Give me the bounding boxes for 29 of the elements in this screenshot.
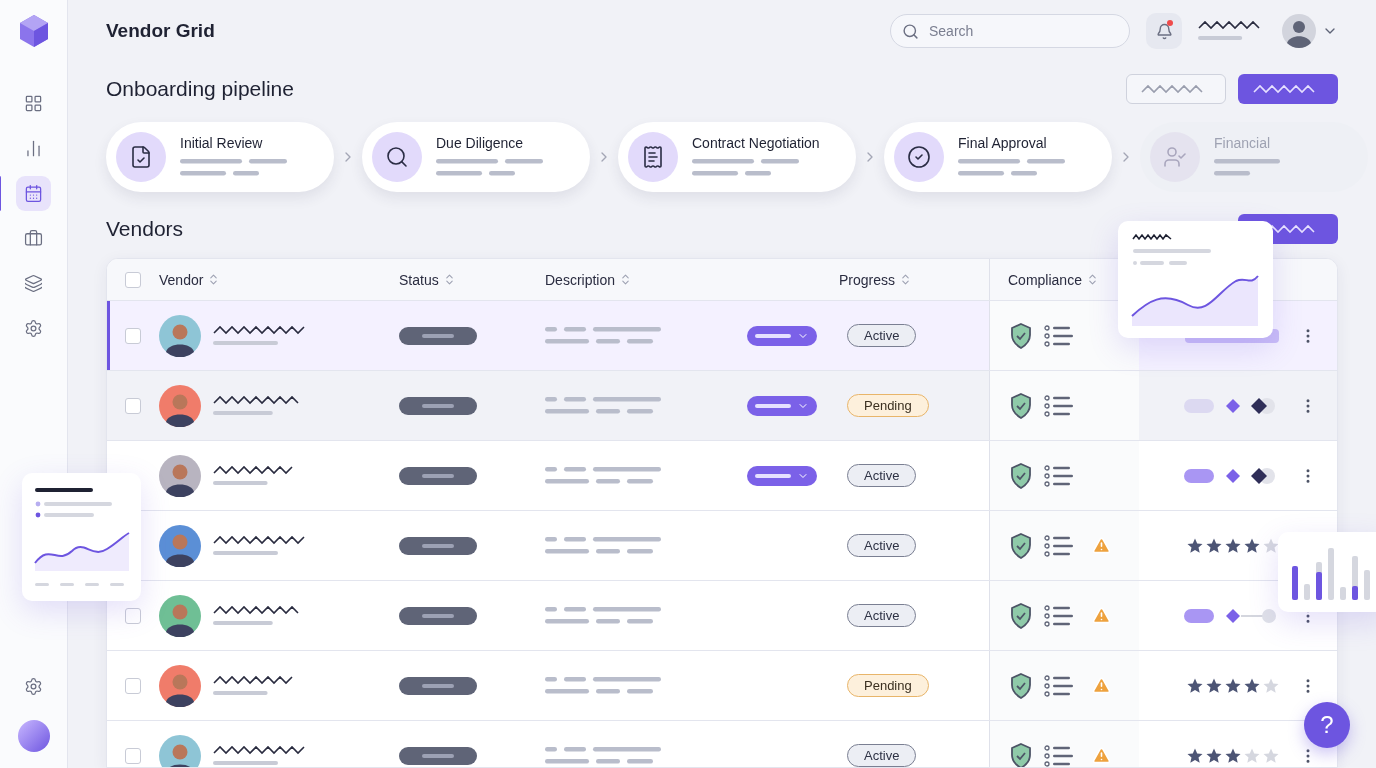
stage-label: Due Diligence [436,135,525,151]
column-header[interactable]: Status [399,271,439,288]
stage-label: Contract Negotiation [692,135,820,151]
progress-badge: Pending [847,394,929,417]
table-row[interactable]: Active [107,581,1337,651]
search-field[interactable]: Search [890,14,1130,48]
section-title: Vendors [106,217,184,241]
progress-badge: Active [847,534,917,557]
progress-badge: Active [847,744,917,767]
table-row[interactable]: Active [107,441,1337,511]
page-title: Vendor Grid [106,20,216,42]
pipeline-stage[interactable]: Final Approval [884,122,1112,192]
table-row[interactable]: Pending [107,371,1337,441]
table-row[interactable]: Active [107,301,1337,371]
column-header[interactable]: Compliance [1008,271,1082,288]
stage-label: Final Approval [958,135,1048,151]
stage-label: Financial [1214,135,1272,151]
section-title: Onboarding pipeline [106,77,294,101]
pipeline-stage[interactable]: Initial Review [106,122,334,192]
stage-label: Initial Review [180,135,264,151]
pipeline-stage[interactable]: Contract Negotiation [618,122,856,192]
progress-badge: Active [847,604,917,627]
column-header[interactable]: Progress [839,271,896,288]
pipeline-stage[interactable]: Due Diligence [362,122,590,192]
column-header[interactable]: Vendor [159,271,204,288]
column-header[interactable]: Description [545,271,616,288]
progress-badge: Pending [847,674,929,697]
progress-badge: Active [847,324,917,347]
progress-badge: Active [847,464,917,487]
